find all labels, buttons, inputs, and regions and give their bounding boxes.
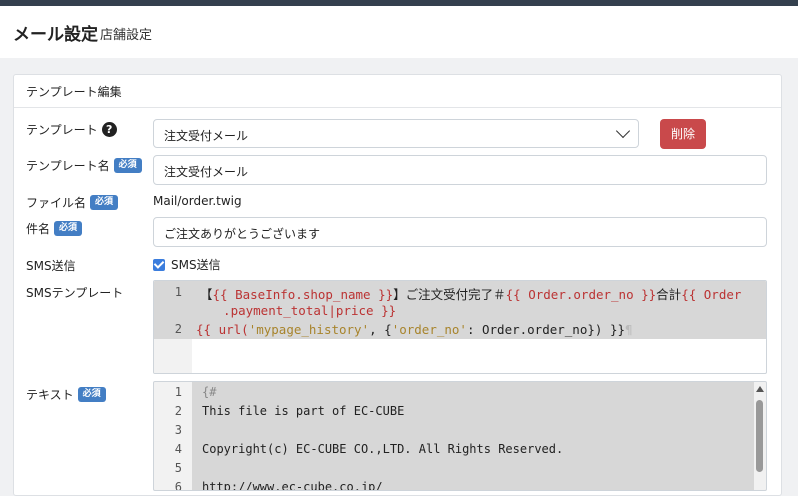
scrollbar[interactable] xyxy=(754,382,766,490)
code-line: 4 Copyright(c) EC-CUBE CO.,LTD. All Right… xyxy=(154,442,766,461)
code-text: http://www.ec-cube.co.jp/ xyxy=(202,480,383,491)
line-number: 3 xyxy=(174,423,182,437)
card-divider xyxy=(14,107,781,108)
text-label: テキスト 必須 xyxy=(26,386,106,403)
code-text: {# xyxy=(202,385,217,399)
code-text: 【{{ BaseInfo.shop_name }}】ご注文受付完了＃{{ Ord… xyxy=(200,287,742,302)
required-badge: 必須 xyxy=(54,221,83,236)
breadcrumb: 店舗設定 xyxy=(100,28,153,43)
template-name-label: テンプレート名 必須 xyxy=(26,157,142,174)
line-number: 6 xyxy=(174,480,182,491)
card-title: テンプレート編集 xyxy=(26,85,122,99)
code-text: {{ url('mypage_history', {'order_no': Or… xyxy=(196,322,633,337)
sms-template-editor[interactable]: 1 【{{ BaseInfo.shop_name }}】ご注文受付完了＃{{ O… xyxy=(153,280,767,374)
template-label: テンプレート ? xyxy=(26,121,117,138)
chevron-down-icon xyxy=(615,123,631,139)
required-badge: 必須 xyxy=(90,195,119,210)
scrollbar-thumb[interactable] xyxy=(756,400,763,472)
template-select-value: 注文受付メール xyxy=(164,129,249,143)
code-line: 1 【{{ BaseInfo.shop_name }}】ご注文受付完了＃{{ O… xyxy=(154,281,766,321)
line-number: 1 xyxy=(174,285,182,299)
code-line: 6 http://www.ec-cube.co.jp/ xyxy=(154,480,766,491)
sms-template-label: SMSテンプレート xyxy=(26,286,124,300)
text-editor[interactable]: 1 {# 2 This file is part of EC-CUBE 3 4 Copyri… xyxy=(153,381,767,491)
delete-button[interactable]: 削除 xyxy=(660,119,706,149)
template-select[interactable]: 注文受付メール xyxy=(153,119,639,148)
line-number: 5 xyxy=(174,461,182,475)
required-badge: 必須 xyxy=(113,158,142,173)
code-line: 5 xyxy=(154,461,766,480)
code-text: Copyright(c) EC-CUBE CO.,LTD. All Rights… xyxy=(202,442,564,456)
page-title: メール設定 xyxy=(13,25,98,45)
line-number: 2 xyxy=(174,404,182,418)
code-line: 1 {# xyxy=(154,385,766,404)
file-name-label: ファイル名 必須 xyxy=(26,194,119,211)
code-text: This file is part of EC-CUBE xyxy=(202,404,405,418)
line-number: 1 xyxy=(174,385,182,399)
line-number: 4 xyxy=(174,442,182,456)
required-badge: 必須 xyxy=(77,387,106,402)
code-line: 2 {{ url('mypage_history', {'order_no': … xyxy=(154,321,766,339)
code-line: 2 This file is part of EC-CUBE xyxy=(154,404,766,423)
code-wrap-text: .payment_total|price }} xyxy=(208,303,397,318)
sms-send-checkbox[interactable] xyxy=(153,258,165,271)
sms-send-label: SMS送信 xyxy=(26,259,76,273)
subject-label: 件名 必須 xyxy=(26,220,83,237)
sms-send-checkbox-label: SMS送信 xyxy=(171,258,221,272)
page-header: メール設定 店舗設定 xyxy=(0,6,798,58)
code-line: 3 xyxy=(154,423,766,442)
help-icon[interactable]: ? xyxy=(101,122,117,137)
sms-send-checkbox-wrap[interactable]: SMS送信 xyxy=(153,256,221,273)
subject-input[interactable]: ご注文ありがとうございます xyxy=(153,217,767,247)
line-number: 2 xyxy=(174,322,182,336)
file-name-value: Mail/order.twig xyxy=(153,194,242,208)
template-name-input[interactable]: 注文受付メール xyxy=(153,155,767,185)
scroll-up-icon[interactable] xyxy=(756,386,764,392)
